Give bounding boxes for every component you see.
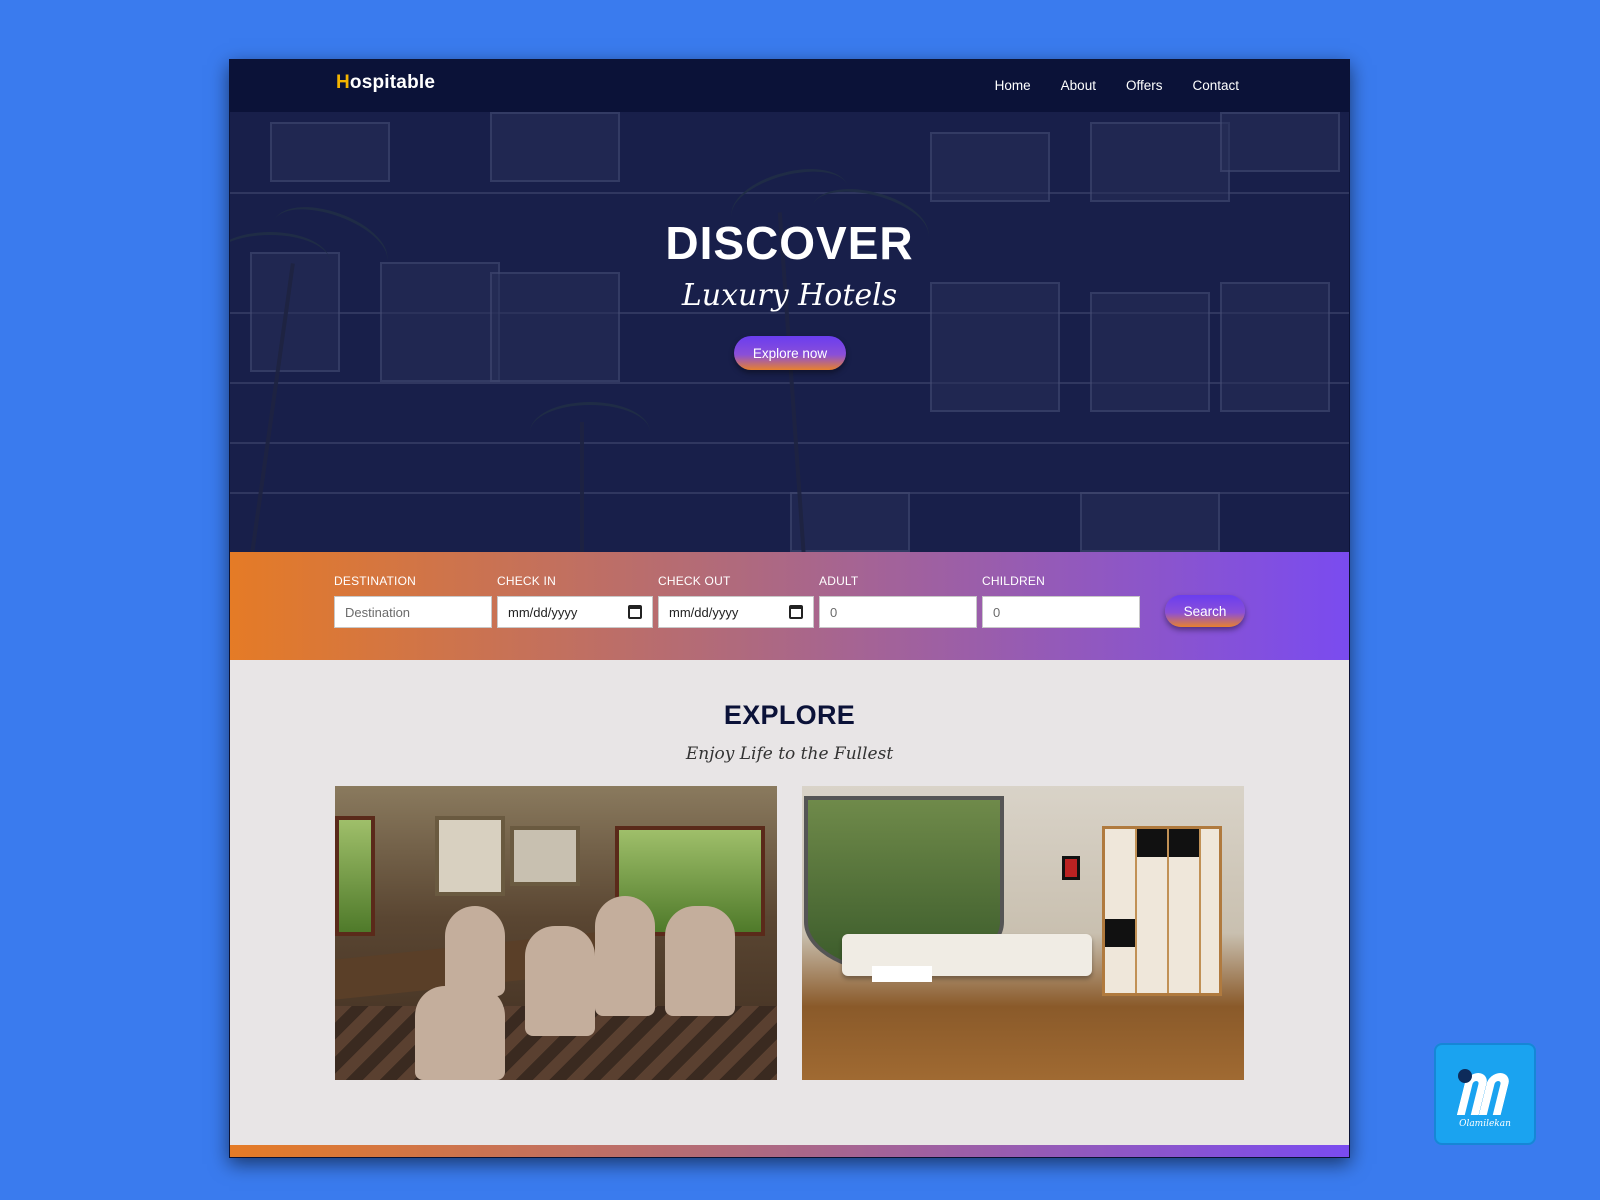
hero-background-image xyxy=(230,112,1349,552)
adult-count-input[interactable]: 0 xyxy=(819,596,977,628)
designer-signature: Olamilekan xyxy=(1459,1119,1511,1129)
hero-section: DISCOVER Luxury Hotels Explore now xyxy=(230,112,1349,552)
adult-label: ADULT xyxy=(819,574,859,588)
explore-subtitle: Enjoy Life to the Fullest xyxy=(685,744,894,764)
nav-link-about[interactable]: About xyxy=(1061,78,1096,93)
destination-placeholder: Destination xyxy=(345,605,411,620)
children-value: 0 xyxy=(993,605,1001,620)
adult-group: ADULT 0 xyxy=(819,574,977,628)
nav-menu: Home About Offers Contact xyxy=(995,78,1239,93)
designer-logo-badge: Olamilekan xyxy=(1434,1043,1536,1145)
website-frame: Hospitable Home About Offers Contact DIS… xyxy=(229,59,1350,1158)
check-out-group: CHECK OUT mm/dd/yyyy xyxy=(658,574,814,628)
check-in-label: CHECK IN xyxy=(497,574,556,588)
check-in-placeholder: mm/dd/yyyy xyxy=(508,605,578,620)
logo-accent-letter: H xyxy=(336,72,350,93)
children-group: CHILDREN 0 xyxy=(982,574,1140,628)
explore-now-button[interactable]: Explore now xyxy=(734,336,846,370)
destination-label: DESTINATION xyxy=(334,574,416,588)
check-out-label: CHECK OUT xyxy=(658,574,731,588)
logo-dot-icon xyxy=(1458,1069,1472,1083)
logo-text: ospitable xyxy=(349,72,436,93)
booking-search-bar: DESTINATION Destination CHECK IN mm/dd/y… xyxy=(230,552,1349,660)
dining-room-image[interactable] xyxy=(335,786,777,1080)
hero-subtitle: Luxury Hotels xyxy=(681,278,898,313)
check-in-group: CHECK IN mm/dd/yyyy xyxy=(497,574,653,628)
children-count-input[interactable]: 0 xyxy=(982,596,1140,628)
nav-link-offers[interactable]: Offers xyxy=(1126,78,1163,93)
destination-input[interactable]: Destination xyxy=(334,596,492,628)
explore-title: EXPLORE xyxy=(723,700,856,730)
living-room-image[interactable] xyxy=(802,786,1244,1080)
nav-link-contact[interactable]: Contact xyxy=(1192,78,1239,93)
check-out-placeholder: mm/dd/yyyy xyxy=(669,605,739,620)
hero-title: DISCOVER xyxy=(665,217,914,269)
site-logo[interactable]: Hospitable xyxy=(336,72,435,94)
check-in-date-input[interactable]: mm/dd/yyyy xyxy=(497,596,653,628)
calendar-icon[interactable] xyxy=(789,605,803,619)
adult-value: 0 xyxy=(830,605,838,620)
check-out-date-input[interactable]: mm/dd/yyyy xyxy=(658,596,814,628)
search-button[interactable]: Search xyxy=(1165,595,1245,627)
top-navbar: Hospitable Home About Offers Contact xyxy=(230,60,1349,112)
children-label: CHILDREN xyxy=(982,574,1045,588)
nav-link-home[interactable]: Home xyxy=(995,78,1031,93)
footer-gradient-band xyxy=(230,1145,1349,1157)
destination-group: DESTINATION Destination xyxy=(334,574,492,628)
calendar-icon[interactable] xyxy=(628,605,642,619)
